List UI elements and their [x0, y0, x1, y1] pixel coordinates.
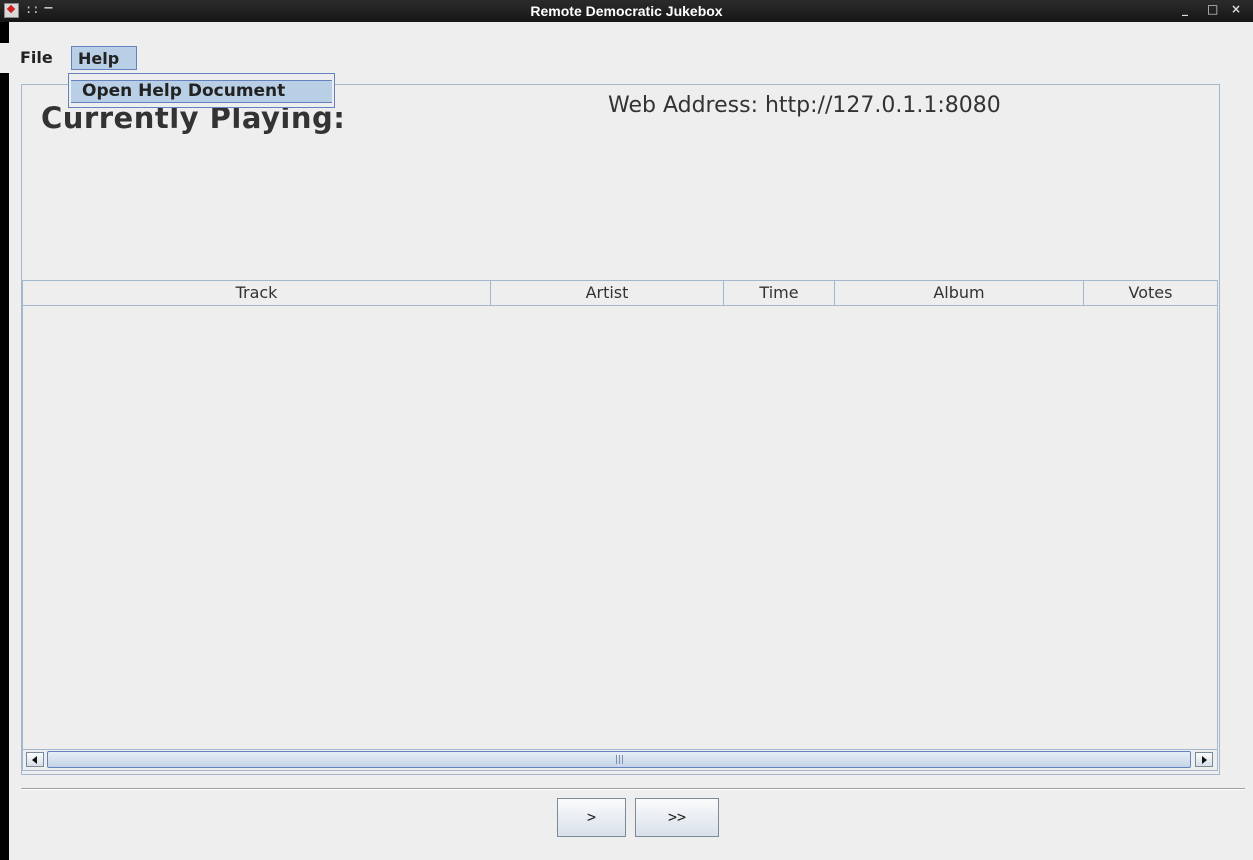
column-header-votes[interactable]: Votes — [1084, 281, 1217, 305]
separator — [21, 788, 1245, 790]
help-menu-dropdown: Open Help Document — [68, 73, 335, 108]
title-bar[interactable]: :: − Remote Democratic Jukebox _ □ × — [0, 0, 1253, 22]
web-address-label: Web Address: http://127.0.1.1:8080 — [608, 93, 1001, 118]
menu-file[interactable]: File — [14, 46, 59, 70]
scroll-thumb[interactable] — [47, 751, 1191, 768]
column-header-time[interactable]: Time — [724, 281, 835, 305]
window-title: Remote Democratic Jukebox — [530, 3, 723, 19]
scroll-grip-icon — [616, 755, 623, 764]
track-table: Track Artist Time Album Votes — [22, 280, 1218, 771]
application-window: :: − Remote Democratic Jukebox _ □ × Fil… — [0, 0, 1253, 860]
scroll-left-button[interactable] — [26, 752, 44, 767]
maximize-button[interactable]: □ — [1207, 2, 1218, 16]
table-header: Track Artist Time Album Votes — [23, 281, 1217, 306]
close-button[interactable]: × — [1231, 2, 1241, 16]
scroll-right-button[interactable] — [1195, 752, 1213, 767]
table-body[interactable] — [23, 306, 1217, 748]
scroll-right-icon — [1202, 756, 1207, 764]
column-header-artist[interactable]: Artist — [491, 281, 724, 305]
menu-item-open-help-document[interactable]: Open Help Document — [71, 80, 332, 103]
window-left-border — [0, 22, 9, 860]
column-header-album[interactable]: Album — [835, 281, 1084, 305]
minimize-button[interactable]: _ — [1182, 2, 1188, 16]
menu-help[interactable]: Help — [71, 46, 137, 70]
menu-bar: File Help — [0, 43, 1253, 73]
scroll-left-icon — [32, 756, 37, 764]
column-header-track[interactable]: Track — [23, 281, 491, 305]
play-button[interactable]: > — [557, 798, 626, 837]
horizontal-scrollbar[interactable] — [23, 749, 1217, 770]
skip-button[interactable]: >> — [635, 798, 719, 837]
